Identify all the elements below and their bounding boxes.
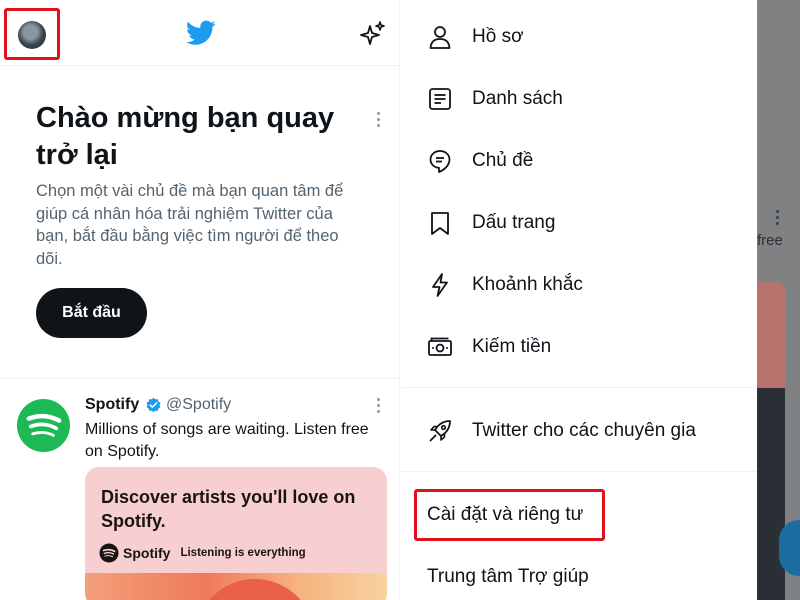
- tweet-author-name[interactable]: Spotify: [85, 396, 139, 414]
- menu-item-bookmarks[interactable]: Dấu trang: [401, 192, 757, 252]
- lists-icon: [429, 88, 451, 110]
- spotify-small-logo-icon: [99, 543, 119, 563]
- compose-tweet-button: [779, 520, 800, 576]
- background-card-dark: [757, 388, 785, 600]
- promoted-tweet[interactable]: Spotify @Spotify Millions of songs are w…: [0, 380, 399, 600]
- ad-card-artwork: [85, 573, 387, 600]
- dimmed-background-overlay[interactable]: free: [757, 0, 800, 600]
- menu-item-twitter-professionals[interactable]: Twitter cho các chuyên gia: [401, 400, 757, 460]
- menu-item-label: Dấu trang: [472, 212, 556, 233]
- menu-item-topics[interactable]: Chủ đề: [401, 130, 757, 190]
- menu-item-moments[interactable]: Khoảnh khắc: [401, 254, 757, 314]
- menu-item-label: Chủ đề: [472, 150, 534, 171]
- welcome-card: Chào mừng bạn quay trở lại Chọn một vài …: [0, 66, 399, 379]
- menu-item-monetization[interactable]: Kiếm tiền: [401, 316, 757, 376]
- tweet-text: Millions of songs are waiting. Listen fr…: [85, 421, 369, 460]
- ad-card[interactable]: Discover artists you'll love on Spotify.…: [85, 467, 387, 600]
- ad-card-brand: Spotify Listening is everything: [99, 543, 306, 563]
- menu-item-label: Hồ sơ: [472, 26, 524, 47]
- twitter-bird-icon[interactable]: [186, 20, 216, 46]
- bookmark-icon: [431, 212, 449, 235]
- avatar[interactable]: [18, 21, 46, 49]
- home-timeline-panel: Chào mừng bạn quay trở lại Chọn một vài …: [0, 0, 400, 600]
- ad-card-tagline: Listening is everything: [180, 547, 306, 559]
- menu-item-profile[interactable]: Hồ sơ: [401, 6, 757, 66]
- sparkle-icon[interactable]: [358, 20, 386, 48]
- menu-divider: [401, 387, 757, 388]
- ad-card-brand-name: Spotify: [123, 545, 171, 561]
- verified-badge-icon: [146, 397, 161, 413]
- tweet-author-handle[interactable]: @Spotify: [166, 396, 231, 414]
- menu-divider: [401, 471, 757, 472]
- topics-icon: [429, 150, 451, 173]
- monetization-icon: [428, 337, 452, 356]
- menu-item-label: Khoảnh khắc: [472, 274, 583, 295]
- settings-highlight-box: [414, 489, 605, 541]
- help-center-item[interactable]: Trung tâm Trợ giúp: [427, 565, 589, 589]
- background-card: [757, 282, 785, 387]
- background-partial-text: free: [757, 232, 783, 249]
- spotify-logo-icon[interactable]: [16, 398, 71, 453]
- welcome-title: Chào mừng bạn quay trở lại: [36, 102, 335, 171]
- welcome-description: Chọn một vài chủ đề mà bạn quan tâm để g…: [36, 182, 344, 268]
- start-button[interactable]: Bắt đầu: [36, 288, 147, 338]
- rocket-icon: [429, 420, 451, 442]
- profile-icon: [429, 26, 451, 49]
- moments-icon: [432, 273, 448, 297]
- menu-item-label: Twitter cho các chuyên gia: [472, 420, 696, 441]
- menu-item-lists[interactable]: Danh sách: [401, 68, 757, 128]
- ad-card-title: Discover artists you'll love on Spotify.: [101, 487, 356, 531]
- background-more-options-icon: [774, 210, 780, 228]
- tweet-more-options-icon[interactable]: [375, 398, 381, 416]
- menu-item-label: Kiếm tiền: [472, 336, 552, 357]
- top-bar: [0, 0, 399, 66]
- menu-item-label: Danh sách: [472, 88, 563, 109]
- more-options-icon[interactable]: [375, 112, 381, 130]
